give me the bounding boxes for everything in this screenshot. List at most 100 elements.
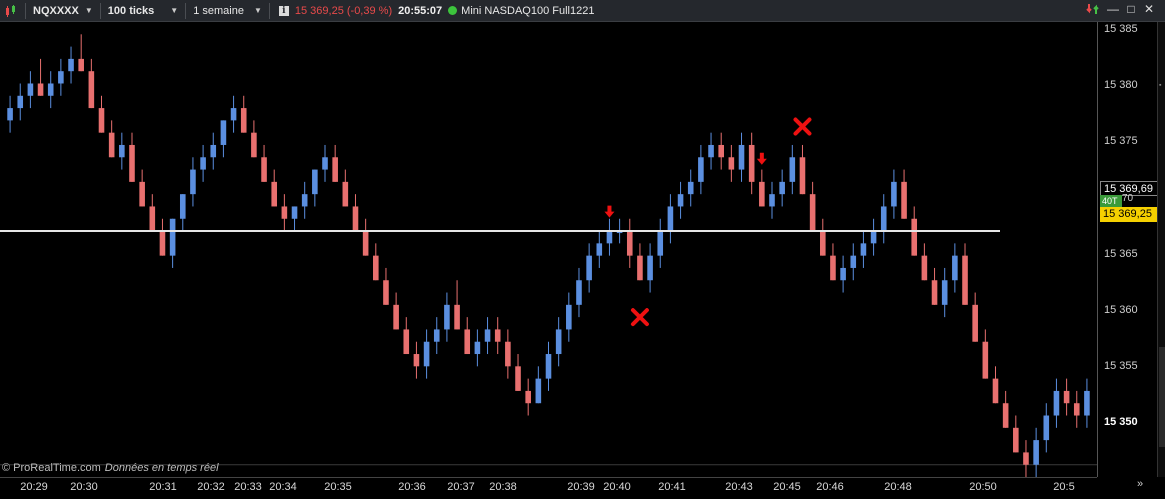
small-toggle-icon[interactable]: ▪: [1159, 82, 1161, 89]
watermark-note: Données en temps réel: [104, 462, 219, 474]
candle: [637, 243, 643, 281]
candle-body: [68, 58, 74, 72]
candle-body: [535, 378, 542, 404]
candle: [484, 317, 491, 355]
candle-body: [637, 255, 643, 281]
candle: [119, 132, 125, 170]
candle-body: [870, 231, 877, 244]
candle-body: [383, 280, 389, 305]
candle-body: [1002, 403, 1009, 428]
minimize-button[interactable]: —: [1105, 2, 1121, 16]
candle-body: [17, 95, 24, 109]
candle: [840, 255, 846, 293]
info-icon[interactable]: i: [278, 5, 289, 16]
scroll-thumb[interactable]: [1159, 347, 1165, 447]
candle: [58, 58, 64, 96]
candle-body: [931, 280, 938, 305]
scroll-right-button[interactable]: »: [1137, 478, 1143, 490]
candle-body: [78, 58, 84, 72]
candle: [505, 329, 511, 379]
candle: [586, 243, 592, 293]
candle: [47, 71, 54, 109]
candle: [312, 169, 318, 207]
candle: [647, 243, 653, 293]
symbol-label: NQXXXX: [33, 4, 79, 17]
candle: [230, 95, 237, 133]
candle: [332, 144, 338, 182]
status-dot-icon: [448, 6, 458, 15]
candle-body: [58, 71, 64, 84]
candle: [220, 120, 227, 158]
candle: [179, 194, 186, 232]
candle-body: [555, 329, 562, 355]
time-tick: 20:39: [567, 481, 595, 493]
candle-body: [667, 206, 674, 232]
symbol-selector[interactable]: NQXXXX ▼: [29, 2, 97, 20]
time-tick: 20:34: [269, 481, 297, 493]
candle-body: [982, 341, 989, 379]
price-axis[interactable]: 15 385 15 380 15 375 15 369,69 40T 70 15…: [1097, 22, 1158, 477]
period-selector[interactable]: 1 semaine ▼: [189, 2, 266, 20]
candle: [779, 169, 785, 207]
candle-icon[interactable]: [0, 2, 22, 20]
candle-body: [454, 304, 460, 330]
candle: [525, 378, 531, 416]
candle-body: [322, 157, 328, 170]
chart-toolbar: NQXXXX ▼ 100 ticks ▼ 1 semaine ▼ i 15 369,2…: [0, 0, 1165, 22]
interval-selector[interactable]: 100 ticks ▼: [104, 2, 182, 20]
candle: [921, 243, 928, 281]
candle-body: [393, 304, 399, 330]
candle: [809, 181, 816, 232]
candle: [972, 292, 978, 342]
interval-label: 100 ticks: [107, 4, 155, 17]
candle-body: [433, 329, 440, 342]
candle: [566, 292, 572, 342]
maximize-button[interactable]: □: [1123, 2, 1139, 16]
sell-arrow-icon: [756, 152, 767, 165]
time-axis[interactable]: 20:29 20:30 20:31 20:32 20:33 20:34 20:35 20:36…: [0, 477, 1097, 499]
price-chart[interactable]: [0, 22, 1097, 477]
candle-body: [586, 255, 592, 281]
candle: [494, 317, 501, 355]
candle: [169, 218, 176, 268]
candle-body: [332, 157, 338, 182]
candle: [596, 231, 603, 268]
candle: [941, 267, 948, 318]
candle-body: [728, 157, 735, 170]
divider: [99, 2, 101, 19]
time-tick: 20:38: [489, 481, 517, 493]
time-tick: 20:35: [324, 481, 352, 493]
price-tick-partial: 70: [1122, 193, 1134, 204]
candle-body: [952, 255, 958, 281]
right-scrollbar[interactable]: ▪: [1157, 22, 1165, 477]
divider: [25, 2, 26, 19]
close-button[interactable]: ✕: [1141, 2, 1157, 16]
candle: [78, 34, 84, 72]
candle-body: [901, 181, 907, 219]
last-price: 15 369,25 (-0,39 %): [294, 4, 393, 17]
candle: [606, 218, 613, 256]
time-tick: 20:45: [773, 481, 801, 493]
candle-body: [525, 390, 531, 404]
candle: [149, 194, 156, 232]
candle: [1084, 378, 1090, 428]
candle-body: [779, 181, 785, 195]
candle-body: [566, 304, 572, 330]
candle: [271, 169, 278, 207]
candle-body: [98, 108, 105, 133]
candle: [108, 120, 115, 158]
candle-body: [687, 181, 694, 195]
sync-icon[interactable]: [1085, 2, 1101, 19]
candle-body: [576, 280, 582, 305]
last-time: 20:55:07: [398, 4, 443, 17]
candle-body: [769, 194, 775, 207]
time-tick: 20:43: [725, 481, 753, 493]
candle: [515, 354, 521, 391]
time-tick: 20:32: [197, 481, 225, 493]
candle: [748, 132, 755, 195]
candle: [952, 243, 958, 293]
candle: [982, 329, 989, 379]
candle-body: [423, 341, 430, 367]
candle: [362, 218, 369, 256]
candle: [545, 341, 552, 391]
